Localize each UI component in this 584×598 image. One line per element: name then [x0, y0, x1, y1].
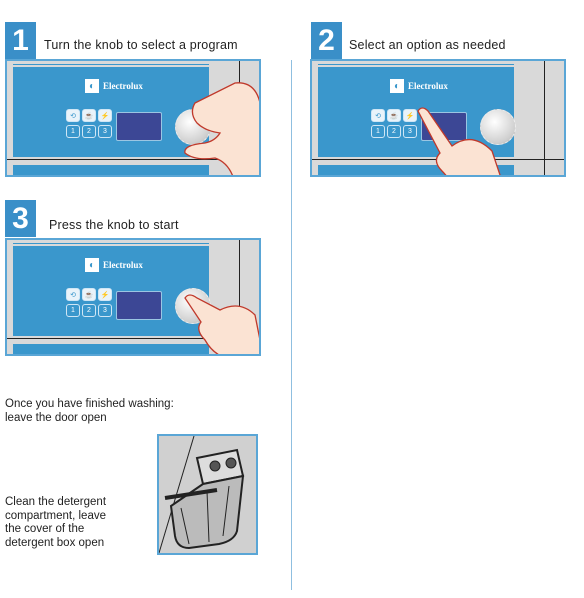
step-1-number: 1: [5, 22, 36, 59]
panel-button-6: 3: [98, 125, 112, 138]
display-screen: [116, 112, 162, 141]
brand-logo: ◐ Electrolux: [85, 79, 143, 93]
panel-button-1: ⟲: [371, 109, 385, 122]
panel-button-4: 1: [66, 125, 80, 138]
electrolux-logo-icon: ◐: [85, 258, 99, 272]
electrolux-logo-icon: ◐: [85, 79, 99, 93]
step-1-title: Turn the knob to select a program: [44, 38, 238, 52]
column-divider: [291, 60, 292, 590]
panel-button-5: 2: [82, 304, 96, 317]
brand-name: Electrolux: [103, 81, 143, 91]
step-3-title: Press the knob to start: [49, 218, 179, 232]
clean-line-1: Clean the detergent: [5, 496, 107, 508]
side-edge-line: [544, 61, 545, 175]
brand-name: Electrolux: [408, 81, 448, 91]
step-3-number: 3: [5, 200, 36, 237]
step-2-title: Select an option as needed: [349, 38, 506, 52]
panel-trim-line: [13, 64, 209, 65]
hand-icon: [417, 107, 501, 175]
option-buttons: ⟲ ☕ ⚡ 1 2 3: [371, 109, 417, 138]
detergent-box-drawing: [159, 436, 245, 553]
panel-button-3: ⚡: [98, 109, 112, 122]
hand-icon: [184, 294, 259, 354]
finish-instruction: Once you have finished washing: leave th…: [5, 398, 174, 425]
display-screen: [116, 291, 162, 320]
detergent-compartment-illustration: [157, 434, 258, 555]
step-3-panel-illustration: ◐ Electrolux ⟲ ☕ ⚡ 1 2 3: [5, 238, 261, 356]
clean-line-3: the cover of the: [5, 523, 85, 535]
finish-line-1: Once you have finished washing:: [5, 398, 174, 410]
step-2-number: 2: [311, 22, 342, 59]
panel-button-2: ☕: [82, 288, 96, 301]
panel-button-1: ⟲: [66, 109, 80, 122]
panel-trim-line: [13, 243, 209, 244]
clean-instruction: Clean the detergent compartment, leave t…: [5, 496, 106, 550]
panel-button-3: ⚡: [98, 288, 112, 301]
electrolux-logo-icon: ◐: [390, 79, 404, 93]
panel-button-1: ⟲: [66, 288, 80, 301]
option-buttons: ⟲ ☕ ⚡ 1 2 3: [66, 288, 112, 317]
panel-button-2: ☕: [82, 109, 96, 122]
option-buttons: ⟲ ☕ ⚡ 1 2 3: [66, 109, 112, 138]
panel-button-5: 2: [82, 125, 96, 138]
panel-button-5: 2: [387, 125, 401, 138]
panel-button-2: ☕: [387, 109, 401, 122]
brand-logo: ◐ Electrolux: [85, 258, 143, 272]
step-1-panel-illustration: ◐ Electrolux ⟲ ☕ ⚡ 1 2 3: [5, 59, 261, 177]
instruction-page: 1 Turn the knob to select a program ◐ Ele…: [0, 0, 584, 598]
panel-button-4: 1: [371, 125, 385, 138]
brand-name: Electrolux: [103, 260, 143, 270]
panel-trim-line: [318, 64, 514, 65]
finish-line-2: leave the door open: [5, 411, 107, 424]
clean-line-2: compartment, leave: [5, 509, 106, 522]
step-2-panel-illustration: ◐ Electrolux ⟲ ☕ ⚡ 1 2 3: [310, 59, 566, 177]
panel-button-6: 3: [98, 304, 112, 317]
clean-line-4: detergent box open: [5, 536, 105, 549]
panel-button-4: 1: [66, 304, 80, 317]
hand-icon: [184, 82, 259, 175]
